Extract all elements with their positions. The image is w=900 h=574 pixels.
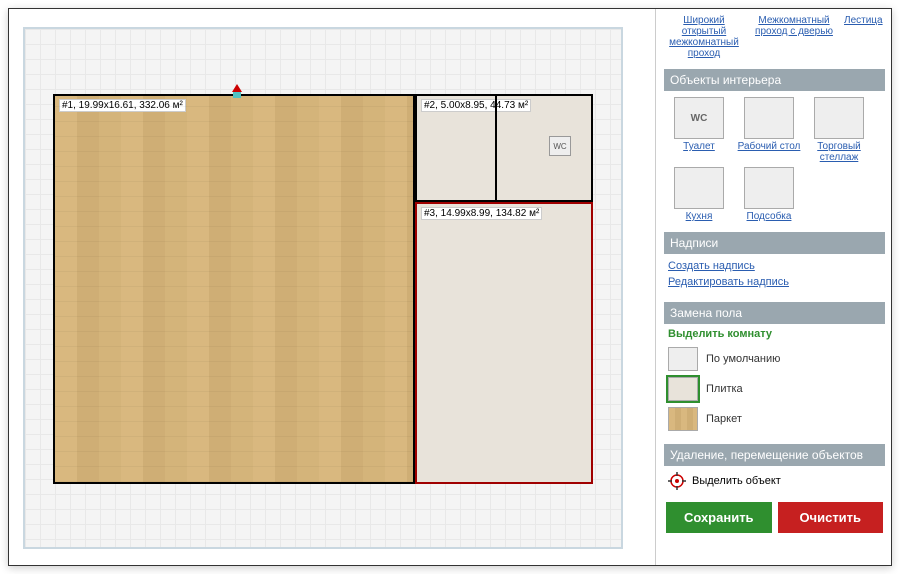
canvas-area: #1, 19.99x16.61, 332.06 м² #2, 5.00x8.95… bbox=[9, 9, 655, 565]
floor-option-tile[interactable]: Плитка bbox=[668, 374, 881, 404]
object-shelf-label: Торговый стеллаж bbox=[806, 141, 872, 163]
link-wide-passage[interactable]: Широкий открытый межкомнатный проход bbox=[664, 15, 744, 59]
room-2-divider bbox=[495, 96, 497, 200]
link-select-object[interactable]: Выделить объект bbox=[692, 475, 781, 487]
select-object-row: Выделить объект bbox=[664, 466, 885, 496]
object-desk-label: Рабочий стол bbox=[736, 141, 802, 152]
floor-options: По умолчанию Плитка Паркет bbox=[664, 344, 885, 440]
object-desk[interactable]: Рабочий стол bbox=[736, 97, 802, 163]
floor-option-default[interactable]: По умолчанию bbox=[668, 344, 881, 374]
sidebar: Широкий открытый межкомнатный проход Меж… bbox=[655, 9, 891, 565]
floor-parquet-label: Паркет bbox=[706, 413, 742, 425]
floor-tile-label: Плитка bbox=[706, 383, 743, 395]
interior-objects-grid: WC Туалет Рабочий стол Торговый стеллаж … bbox=[664, 91, 885, 228]
arrow-down-icon bbox=[232, 84, 242, 92]
object-storage-label: Подсобка bbox=[736, 211, 802, 222]
floor-default-label: По умолчанию bbox=[706, 353, 780, 365]
wc-icon[interactable]: WC bbox=[549, 136, 571, 156]
object-kitchen[interactable]: Кухня bbox=[666, 167, 732, 222]
target-icon bbox=[668, 472, 686, 490]
swatch-tile-icon bbox=[668, 377, 698, 401]
room-2[interactable]: #2, 5.00x8.95, 44.73 м² WC bbox=[415, 94, 593, 202]
door-marker[interactable] bbox=[231, 84, 243, 96]
object-toilet-label: Туалет bbox=[666, 141, 732, 152]
link-edit-label[interactable]: Редактировать надпись bbox=[668, 274, 881, 290]
room-2-label: #2, 5.00x8.95, 44.73 м² bbox=[421, 99, 531, 112]
link-door-passage[interactable]: Межкомнатный проход с дверью bbox=[754, 15, 834, 59]
object-shelf[interactable]: Торговый стеллаж bbox=[806, 97, 872, 163]
storage-icon bbox=[744, 167, 794, 209]
kitchen-icon bbox=[674, 167, 724, 209]
room-3-label: #3, 14.99x8.99, 134.82 м² bbox=[421, 207, 542, 220]
action-buttons: Сохранить Очистить bbox=[664, 496, 885, 535]
floorplan-canvas[interactable]: #1, 19.99x16.61, 332.06 м² #2, 5.00x8.95… bbox=[23, 27, 623, 549]
swatch-default-icon bbox=[668, 347, 698, 371]
swatch-parquet-icon bbox=[668, 407, 698, 431]
save-button[interactable]: Сохранить bbox=[666, 502, 772, 533]
section-labels: Надписи bbox=[664, 232, 885, 254]
door-pin-icon bbox=[233, 92, 241, 98]
object-storage[interactable]: Подсобка bbox=[736, 167, 802, 222]
label-actions: Создать надпись Редактировать надпись bbox=[664, 254, 885, 298]
link-stairs[interactable]: Лестица bbox=[844, 15, 883, 59]
desk-icon bbox=[744, 97, 794, 139]
passage-links: Широкий открытый межкомнатный проход Меж… bbox=[664, 15, 885, 65]
floor-hint: Выделить комнату bbox=[664, 324, 885, 344]
section-delete-move: Удаление, перемещение объектов bbox=[664, 444, 885, 466]
room-1[interactable]: #1, 19.99x16.61, 332.06 м² bbox=[53, 94, 415, 484]
room-3-selected[interactable]: #3, 14.99x8.99, 134.82 м² bbox=[415, 202, 593, 484]
clear-button[interactable]: Очистить bbox=[778, 502, 884, 533]
floor-option-parquet[interactable]: Паркет bbox=[668, 404, 881, 434]
section-floor: Замена пола bbox=[664, 302, 885, 324]
object-kitchen-label: Кухня bbox=[666, 211, 732, 222]
app-frame: #1, 19.99x16.61, 332.06 м² #2, 5.00x8.95… bbox=[8, 8, 892, 566]
toilet-icon: WC bbox=[674, 97, 724, 139]
shelf-icon bbox=[814, 97, 864, 139]
room-1-label: #1, 19.99x16.61, 332.06 м² bbox=[59, 99, 186, 112]
section-interior-objects: Объекты интерьера bbox=[664, 69, 885, 91]
object-toilet[interactable]: WC Туалет bbox=[666, 97, 732, 163]
link-create-label[interactable]: Создать надпись bbox=[668, 258, 881, 274]
